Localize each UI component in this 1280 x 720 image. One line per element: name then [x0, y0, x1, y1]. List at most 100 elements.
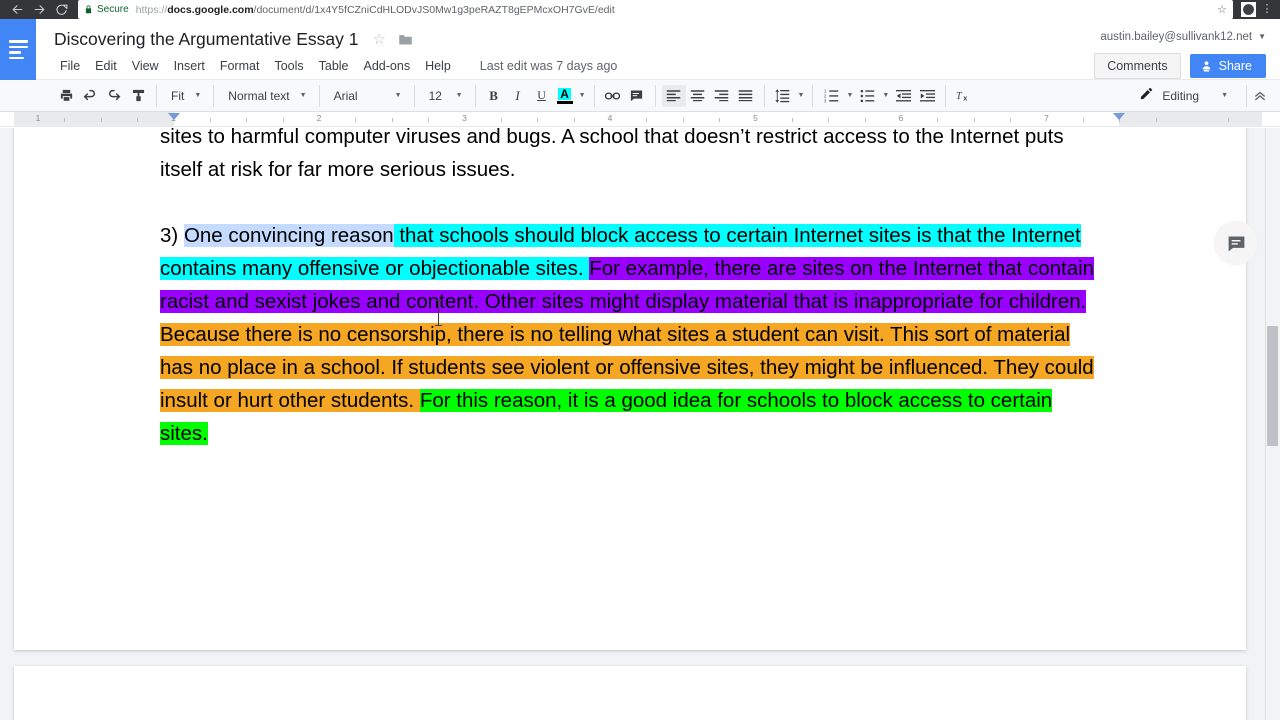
header-center: Discovering the Argumentative Essay 1 ☆ …: [36, 19, 1094, 79]
menu-addons[interactable]: Add-ons: [358, 57, 417, 75]
reload-icon[interactable]: [50, 0, 72, 19]
vertical-scrollbar[interactable]: [1265, 128, 1280, 720]
paragraph-highlighted[interactable]: 3) One convincing reason that schools sh…: [160, 219, 1095, 450]
ruler-number: 1: [35, 113, 41, 123]
font-size-select[interactable]: 12 ▼: [415, 84, 476, 107]
back-arrow-icon[interactable]: [6, 0, 28, 19]
text-color-button[interactable]: A: [554, 85, 576, 107]
font-value: Arial: [333, 88, 358, 103]
zoom-value: Fit: [171, 88, 185, 103]
line-spacing-icon[interactable]: [771, 85, 795, 107]
italic-button[interactable]: I: [506, 85, 530, 107]
ruler-tick: [100, 118, 102, 122]
align-center-icon[interactable]: [686, 85, 710, 107]
ruler-tick: [828, 118, 830, 122]
ruler-tick: [973, 118, 975, 122]
menu-file[interactable]: File: [54, 57, 86, 75]
address-bar[interactable]: Secure https://docs.google.com/document/…: [78, 0, 1233, 19]
menu-help[interactable]: Help: [419, 57, 457, 75]
secure-label: Secure: [97, 4, 129, 15]
numbered-list-icon[interactable]: 123: [819, 85, 843, 107]
menu-table[interactable]: Table: [313, 57, 355, 75]
extension-icon[interactable]: [1241, 2, 1256, 17]
vertical-scroll-thumb[interactable]: [1267, 326, 1278, 446]
google-docs-logo[interactable]: [0, 19, 36, 80]
font-select[interactable]: Arial ▼: [320, 84, 415, 107]
forward-arrow-icon[interactable]: [28, 0, 50, 19]
document-title[interactable]: Discovering the Argumentative Essay 1: [54, 29, 358, 50]
star-outline-icon[interactable]: ☆: [372, 32, 385, 47]
ruler-tick: [246, 118, 248, 122]
clear-formatting-icon[interactable]: Tx: [952, 85, 976, 107]
menu-tools[interactable]: Tools: [268, 57, 309, 75]
ruler-tick: [209, 118, 211, 122]
ruler-track: 11234567: [14, 112, 1262, 126]
move-to-folder-icon[interactable]: [398, 33, 413, 46]
add-comment-button[interactable]: [1214, 221, 1258, 265]
header-right: austin.bailey@sullivank12.net ▼ Comments…: [1094, 19, 1280, 79]
collapse-toolbar-icon[interactable]: [1246, 84, 1272, 107]
print-icon[interactable]: [54, 85, 78, 107]
bold-button[interactable]: B: [482, 85, 506, 107]
list-marker: 3): [160, 224, 184, 247]
ruler-number: 6: [898, 113, 904, 123]
menu-edit[interactable]: Edit: [89, 57, 123, 75]
menu-insert[interactable]: Insert: [168, 57, 211, 75]
ruler-tick: [537, 118, 539, 122]
ruler-number: 7: [1044, 113, 1049, 123]
ruler-tick: [500, 118, 502, 122]
chevron-down-icon[interactable]: ▼: [300, 92, 311, 99]
insert-link-icon[interactable]: [601, 85, 625, 107]
account-row[interactable]: austin.bailey@sullivank12.net ▼: [1100, 27, 1266, 47]
left-indent-marker[interactable]: [167, 113, 180, 120]
chevron-down-icon[interactable]: ▼: [1258, 33, 1266, 41]
bulleted-list-icon[interactable]: [855, 85, 879, 107]
chevron-down-icon[interactable]: ▼: [846, 92, 855, 99]
decrease-indent-icon[interactable]: [891, 85, 915, 107]
ruler[interactable]: 11234567: [0, 112, 1280, 127]
align-left-icon[interactable]: [661, 84, 686, 107]
star-outline-icon[interactable]: ☆: [1213, 3, 1227, 16]
chevron-down-icon[interactable]: ▼: [579, 92, 588, 99]
chevron-down-icon[interactable]: ▼: [798, 92, 807, 99]
docs-header: Discovering the Argumentative Essay 1 ☆ …: [0, 19, 1280, 80]
browser-toolbar: Secure https://docs.google.com/document/…: [0, 0, 1280, 19]
editing-mode-select[interactable]: Editing ▼: [1133, 86, 1236, 106]
ruler-number: 4: [607, 113, 613, 123]
chevron-down-icon[interactable]: ▼: [395, 92, 406, 99]
redo-icon[interactable]: [102, 85, 126, 107]
document-text-body[interactable]: sites to harmful computer viruses and bu…: [160, 128, 1095, 450]
title-row: Discovering the Argumentative Essay 1 ☆: [54, 27, 1094, 51]
chevron-down-icon[interactable]: ▼: [194, 92, 205, 99]
undo-icon[interactable]: [78, 85, 102, 107]
lock-person-icon: [1200, 60, 1213, 73]
chevron-down-icon[interactable]: ▼: [1221, 92, 1232, 99]
last-edit-status[interactable]: Last edit was 7 days ago: [480, 59, 618, 73]
editing-mode-label: Editing: [1162, 88, 1200, 103]
ruler-tick: [64, 118, 66, 122]
chevron-down-icon[interactable]: ▼: [456, 92, 467, 99]
paragraph-style-select[interactable]: Normal text ▼: [214, 84, 320, 107]
url-scheme: https://: [135, 3, 168, 16]
prev-line-1: sites to harmful computer viruses and bu…: [160, 128, 944, 148]
account-email: austin.bailey@sullivank12.net: [1100, 31, 1253, 43]
align-justify-icon[interactable]: [734, 85, 758, 107]
underline-button[interactable]: U: [530, 85, 554, 107]
url-text: https://docs.google.com/document/d/1x4Y5…: [136, 4, 1213, 16]
ruler-tick: [937, 118, 939, 122]
right-indent-marker[interactable]: [1113, 113, 1126, 120]
paragraph-previous[interactable]: sites to harmful computer viruses and bu…: [160, 128, 1095, 186]
menu-format[interactable]: Format: [214, 57, 266, 75]
share-button[interactable]: Share: [1189, 54, 1266, 78]
zoom-select[interactable]: Fit ▼: [157, 84, 215, 107]
highlight-cyan-selected[interactable]: One convincing reason: [183, 224, 394, 247]
paint-format-icon[interactable]: [126, 85, 150, 107]
add-comment-icon[interactable]: [625, 85, 649, 107]
comments-button[interactable]: Comments: [1094, 53, 1181, 79]
align-right-icon[interactable]: [710, 85, 734, 107]
chevron-down-icon[interactable]: ▼: [882, 92, 891, 99]
three-dot-menu-icon[interactable]: ⋮: [1260, 4, 1274, 15]
menu-view[interactable]: View: [126, 57, 165, 75]
increase-indent-icon[interactable]: [915, 85, 939, 107]
document-canvas: sites to harmful computer viruses and bu…: [0, 128, 1280, 720]
